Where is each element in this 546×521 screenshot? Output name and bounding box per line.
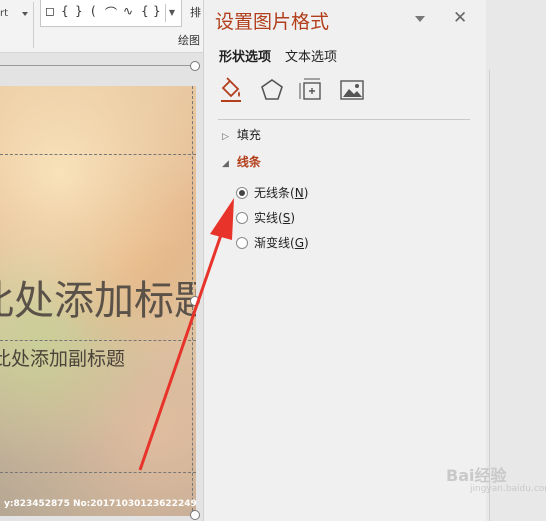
watermark: Bai经验: [446, 466, 507, 485]
annotation-arrow-icon: [138, 198, 234, 471]
watermark-url: jingyan.baidu.com: [470, 484, 546, 494]
